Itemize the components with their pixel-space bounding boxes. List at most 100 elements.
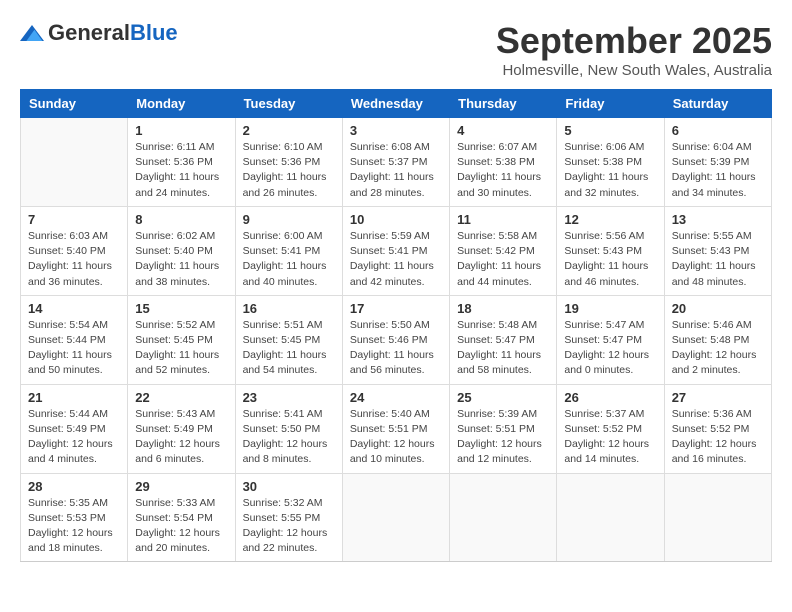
day-info: Sunrise: 5:52 AM Sunset: 5:45 PM Dayligh… [135,318,227,379]
day-info: Sunrise: 5:51 AM Sunset: 5:45 PM Dayligh… [243,318,335,379]
weekday-header-saturday: Saturday [664,90,771,118]
day-number: 30 [243,479,335,494]
calendar-cell [557,473,664,562]
day-number: 26 [564,390,656,405]
day-info: Sunrise: 5:46 AM Sunset: 5:48 PM Dayligh… [672,318,764,379]
day-info: Sunrise: 5:54 AM Sunset: 5:44 PM Dayligh… [28,318,120,379]
day-number: 18 [457,301,549,316]
calendar-cell: 12 Sunrise: 5:56 AM Sunset: 5:43 PM Dayli… [557,206,664,295]
day-info: Sunrise: 5:56 AM Sunset: 5:43 PM Dayligh… [564,229,656,290]
day-info: Sunrise: 6:07 AM Sunset: 5:38 PM Dayligh… [457,140,549,201]
week-row-2: 7 Sunrise: 6:03 AM Sunset: 5:40 PM Daylig… [21,206,772,295]
calendar-cell: 3 Sunrise: 6:08 AM Sunset: 5:37 PM Daylig… [342,118,449,207]
calendar-cell: 1Sunrise: 6:11 AM Sunset: 5:36 PM Daylig… [128,118,235,207]
calendar-cell: 21 Sunrise: 5:44 AM Sunset: 5:49 PM Dayli… [21,384,128,473]
calendar-cell: 6 Sunrise: 6:04 AM Sunset: 5:39 PM Daylig… [664,118,771,207]
calendar-cell: 18Sunrise: 5:48 AM Sunset: 5:47 PM Dayli… [450,295,557,384]
calendar-cell: 23 Sunrise: 5:41 AM Sunset: 5:50 PM Dayli… [235,384,342,473]
calendar-cell: 10 Sunrise: 5:59 AM Sunset: 5:41 PM Dayli… [342,206,449,295]
calendar-cell: 27Sunrise: 5:36 AM Sunset: 5:52 PM Dayli… [664,384,771,473]
calendar-cell: 2 Sunrise: 6:10 AM Sunset: 5:36 PM Daylig… [235,118,342,207]
weekday-header-thursday: Thursday [450,90,557,118]
day-number: 7 [28,212,120,227]
day-number: 21 [28,390,120,405]
calendar-cell: 7 Sunrise: 6:03 AM Sunset: 5:40 PM Daylig… [21,206,128,295]
calendar-cell: 11 Sunrise: 5:58 AM Sunset: 5:42 PM Dayli… [450,206,557,295]
day-number: 2 [243,123,335,138]
day-number: 10 [350,212,442,227]
day-info: Sunrise: 6:00 AM Sunset: 5:41 PM Dayligh… [243,229,335,290]
calendar-cell: 24 Sunrise: 5:40 AM Sunset: 5:51 PM Dayli… [342,384,449,473]
header: GeneralBlue September 2025 Holmesville, … [20,20,772,79]
day-info: Sunrise: 6:02 AM Sunset: 5:40 PM Dayligh… [135,229,227,290]
day-number: 23 [243,390,335,405]
day-number: 4 [457,123,549,138]
day-number: 17 [350,301,442,316]
day-number: 1 [135,123,227,138]
day-number: 6 [672,123,764,138]
calendar-cell [21,118,128,207]
day-number: 20 [672,301,764,316]
calendar-cell: 22Sunrise: 5:43 AM Sunset: 5:49 PM Dayli… [128,384,235,473]
logo-icon [20,25,44,41]
day-number: 29 [135,479,227,494]
day-number: 24 [350,390,442,405]
day-info: Sunrise: 5:41 AM Sunset: 5:50 PM Dayligh… [243,407,335,468]
logo: GeneralBlue [20,20,178,46]
day-info: Sunrise: 6:04 AM Sunset: 5:39 PM Dayligh… [672,140,764,201]
day-number: 3 [350,123,442,138]
calendar-cell: 28Sunrise: 5:35 AM Sunset: 5:53 PM Dayli… [21,473,128,562]
day-info: Sunrise: 5:33 AM Sunset: 5:54 PM Dayligh… [135,496,227,557]
title-area: September 2025 Holmesville, New South Wa… [496,20,772,79]
day-number: 14 [28,301,120,316]
month-title: September 2025 [496,20,772,62]
day-info: Sunrise: 5:40 AM Sunset: 5:51 PM Dayligh… [350,407,442,468]
week-row-4: 21 Sunrise: 5:44 AM Sunset: 5:49 PM Dayli… [21,384,772,473]
calendar-cell: 25 Sunrise: 5:39 AM Sunset: 5:51 PM Dayli… [450,384,557,473]
logo-general: General [48,20,130,45]
calendar-cell: 30 Sunrise: 5:32 AM Sunset: 5:55 PM Dayli… [235,473,342,562]
calendar-cell [450,473,557,562]
calendar-cell: 19Sunrise: 5:47 AM Sunset: 5:47 PM Dayli… [557,295,664,384]
calendar-cell: 13 Sunrise: 5:55 AM Sunset: 5:43 PM Dayli… [664,206,771,295]
logo-blue: Blue [130,20,178,45]
day-number: 13 [672,212,764,227]
calendar-cell: 8 Sunrise: 6:02 AM Sunset: 5:40 PM Daylig… [128,206,235,295]
day-info: Sunrise: 5:59 AM Sunset: 5:41 PM Dayligh… [350,229,442,290]
weekday-header-sunday: Sunday [21,90,128,118]
day-number: 11 [457,212,549,227]
day-number: 15 [135,301,227,316]
calendar-cell: 16 Sunrise: 5:51 AM Sunset: 5:45 PM Dayli… [235,295,342,384]
day-number: 16 [243,301,335,316]
day-info: Sunrise: 5:36 AM Sunset: 5:52 PM Dayligh… [672,407,764,468]
day-info: Sunrise: 5:39 AM Sunset: 5:51 PM Dayligh… [457,407,549,468]
day-info: Sunrise: 6:10 AM Sunset: 5:36 PM Dayligh… [243,140,335,201]
day-info: Sunrise: 6:03 AM Sunset: 5:40 PM Dayligh… [28,229,120,290]
calendar-cell [342,473,449,562]
day-info: Sunrise: 5:32 AM Sunset: 5:55 PM Dayligh… [243,496,335,557]
day-number: 9 [243,212,335,227]
day-info: Sunrise: 5:44 AM Sunset: 5:49 PM Dayligh… [28,407,120,468]
day-number: 5 [564,123,656,138]
calendar-cell: 14 Sunrise: 5:54 AM Sunset: 5:44 PM Dayli… [21,295,128,384]
day-info: Sunrise: 5:43 AM Sunset: 5:49 PM Dayligh… [135,407,227,468]
week-row-3: 14 Sunrise: 5:54 AM Sunset: 5:44 PM Dayli… [21,295,772,384]
week-row-5: 28Sunrise: 5:35 AM Sunset: 5:53 PM Dayli… [21,473,772,562]
day-info: Sunrise: 6:08 AM Sunset: 5:37 PM Dayligh… [350,140,442,201]
day-number: 19 [564,301,656,316]
day-info: Sunrise: 5:35 AM Sunset: 5:53 PM Dayligh… [28,496,120,557]
day-number: 12 [564,212,656,227]
calendar-cell: 5 Sunrise: 6:06 AM Sunset: 5:38 PM Daylig… [557,118,664,207]
weekday-header-monday: Monday [128,90,235,118]
calendar-cell: 9 Sunrise: 6:00 AM Sunset: 5:41 PM Daylig… [235,206,342,295]
day-number: 25 [457,390,549,405]
calendar-cell: 26Sunrise: 5:37 AM Sunset: 5:52 PM Dayli… [557,384,664,473]
day-info: Sunrise: 5:50 AM Sunset: 5:46 PM Dayligh… [350,318,442,379]
calendar-cell [664,473,771,562]
day-info: Sunrise: 5:55 AM Sunset: 5:43 PM Dayligh… [672,229,764,290]
day-info: Sunrise: 5:58 AM Sunset: 5:42 PM Dayligh… [457,229,549,290]
day-number: 8 [135,212,227,227]
weekday-header-row: SundayMondayTuesdayWednesdayThursdayFrid… [21,90,772,118]
calendar-cell: 17 Sunrise: 5:50 AM Sunset: 5:46 PM Dayli… [342,295,449,384]
day-info: Sunrise: 6:06 AM Sunset: 5:38 PM Dayligh… [564,140,656,201]
